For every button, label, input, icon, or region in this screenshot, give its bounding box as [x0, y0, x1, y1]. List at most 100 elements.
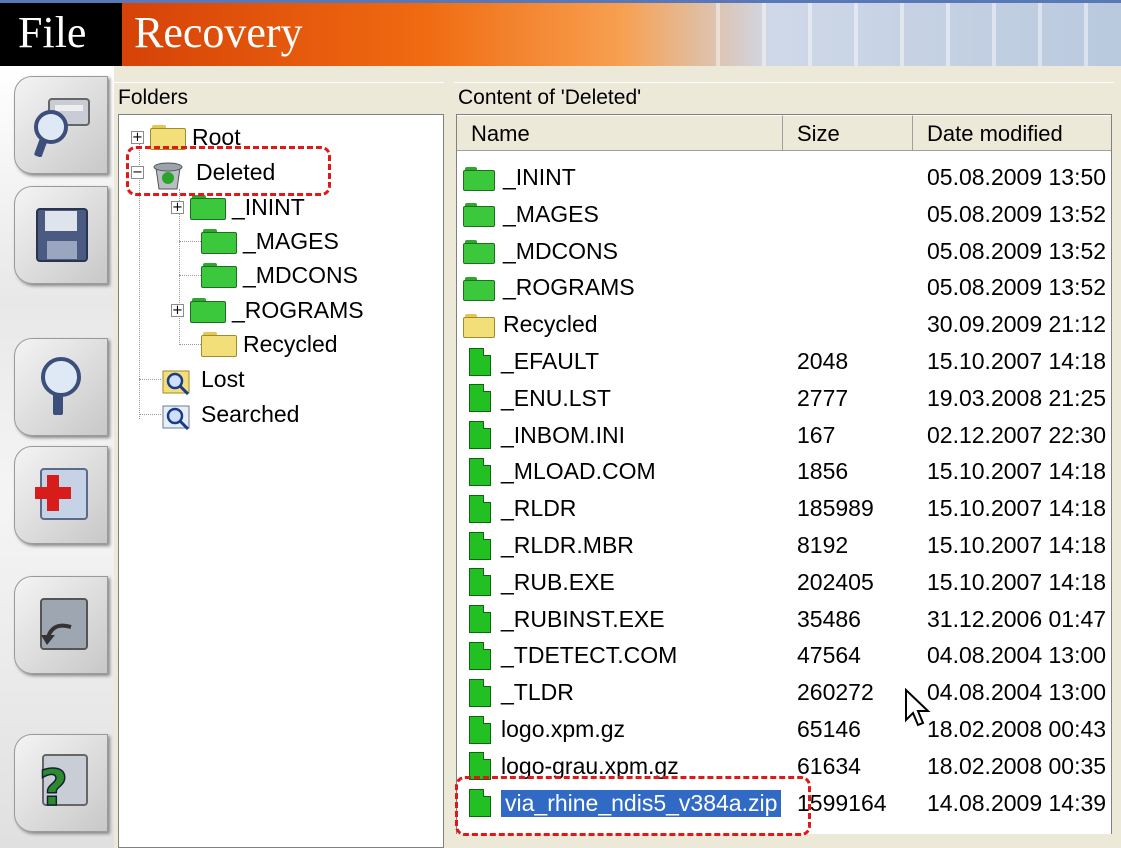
file-list[interactable]: Name Size Date modified _ININT 05.08.2009…: [456, 114, 1112, 848]
folder-tree[interactable]: + Root − Deleted + _ININT _MAGES _MDCONS…: [118, 114, 444, 848]
tree-node-lost[interactable]: Lost: [161, 362, 244, 396]
tree-node-searched[interactable]: Searched: [161, 397, 299, 431]
expand-plus-icon[interactable]: +: [171, 200, 184, 214]
file-name-label: _ENU.LST: [501, 384, 611, 411]
list-row[interactable]: _MLOAD.COM 1856 15.10.2007 14:18: [457, 453, 1111, 490]
cell-size: 1856: [797, 458, 849, 485]
horizontal-scrollbar[interactable]: [456, 834, 1112, 848]
list-row[interactable]: _ENU.LST 2777 19.03.2008 21:25: [457, 380, 1111, 417]
cell-name: _RUB.EXE: [463, 564, 615, 601]
file-name-label: _RUB.EXE: [501, 568, 615, 595]
file-name-label: _MAGES: [503, 200, 599, 227]
cell-date: 30.09.2009 21:12: [927, 311, 1107, 338]
folder-restore-icon[interactable]: [14, 576, 108, 674]
folder-green-icon: [201, 229, 237, 254]
cell-size: 35486: [797, 605, 861, 632]
cell-name: _INBOM.INI: [463, 417, 625, 454]
list-row[interactable]: _MAGES 05.08.2009 13:52: [457, 196, 1111, 233]
folder-green-icon: [463, 203, 495, 228]
tree-node-label: _MAGES: [243, 227, 339, 254]
cell-date: 18.02.2008 00:43: [927, 716, 1107, 742]
list-row[interactable]: Recycled 30.09.2009 21:12: [457, 306, 1111, 343]
file-name-label: _EFAULT: [501, 348, 599, 374]
floppy-save-icon[interactable]: [14, 186, 108, 284]
file-name-label: Recycled: [503, 311, 598, 338]
file-green-icon: [469, 457, 491, 486]
highlight-deleted-folder: [126, 146, 331, 196]
mouse-cursor-icon: [905, 688, 931, 727]
cell-size: 2048: [797, 348, 849, 374]
tree-node-recycled[interactable]: Recycled: [201, 327, 338, 361]
expand-plus-icon[interactable]: +: [171, 303, 184, 317]
folder-search-icon: [161, 402, 195, 431]
cell-date: 18.02.2008 00:35: [927, 752, 1107, 779]
tree-node-rograms[interactable]: + _ROGRAMS: [171, 293, 364, 327]
list-row[interactable]: _TLDR 260272 04.08.2004 13:00: [457, 674, 1111, 711]
column-header-name[interactable]: Name: [457, 115, 783, 151]
list-row[interactable]: _EFAULT 2048 15.10.2007 14:18: [457, 343, 1111, 380]
file-green-icon: [469, 531, 491, 560]
file-green-icon: [469, 605, 491, 634]
file-green-icon: [469, 384, 491, 413]
list-row[interactable]: _MDCONS 05.08.2009 13:52: [457, 233, 1111, 270]
list-row[interactable]: logo.xpm.gz 65146 18.02.2008 00:43: [457, 711, 1111, 748]
content-panel-title: Content of 'Deleted': [454, 82, 1114, 112]
panel-splitter[interactable]: [444, 66, 454, 848]
cell-name: logo.xpm.gz: [463, 711, 625, 748]
cell-size: 185989: [797, 495, 874, 522]
list-row[interactable]: _RUBINST.EXE 35486 31.12.2006 01:47: [457, 601, 1111, 638]
cell-date: 05.08.2009 13:52: [927, 200, 1107, 227]
cell-name: _RLDR.MBR: [463, 527, 634, 564]
cell-date: 15.10.2007 14:18: [927, 348, 1107, 374]
folder-yellow-icon: [201, 332, 237, 357]
list-row[interactable]: _ROGRAMS 05.08.2009 13:52: [457, 269, 1111, 306]
column-header-size[interactable]: Size: [783, 115, 913, 151]
folder-green-icon: [463, 240, 495, 265]
file-name-label: _RUBINST.EXE: [501, 605, 665, 632]
tree-line: [179, 275, 201, 276]
cell-date: 05.08.2009 13:52: [927, 274, 1107, 301]
cell-name: _TLDR: [463, 674, 574, 711]
list-row[interactable]: _ININT 05.08.2009 13:50: [457, 159, 1111, 196]
list-row[interactable]: _RLDR.MBR 8192 15.10.2007 14:18: [457, 527, 1111, 564]
cell-name: _MLOAD.COM: [463, 453, 656, 490]
file-green-icon: [469, 421, 491, 450]
svg-text:?: ?: [39, 759, 68, 815]
magnifier-icon[interactable]: [14, 338, 108, 436]
folder-green-icon: [463, 276, 495, 301]
folder-green-icon: [190, 298, 226, 323]
cell-name: _TDETECT.COM: [463, 637, 677, 674]
first-aid-folder-icon[interactable]: [14, 446, 108, 544]
cell-name: _ININT: [463, 159, 576, 196]
folder-yellow-icon: [463, 313, 495, 338]
app-title-file: File: [0, 0, 122, 66]
folders-panel-title: Folders: [114, 82, 444, 112]
cell-date: 04.08.2004 13:00: [927, 679, 1107, 706]
tree-node-label: Searched: [201, 400, 300, 427]
cell-name: _ROGRAMS: [463, 269, 635, 306]
help-question-icon[interactable]: ?: [14, 734, 108, 832]
tree-node-mdcons[interactable]: _MDCONS: [201, 258, 358, 292]
file-name-label: _ROGRAMS: [503, 274, 635, 301]
file-name-label: _RLDR: [501, 495, 577, 522]
list-row[interactable]: _RLDR 185989 15.10.2007 14:18: [457, 490, 1111, 527]
file-green-icon: [469, 568, 491, 597]
tree-line: [179, 344, 201, 345]
file-name-label: _MLOAD.COM: [501, 458, 656, 485]
folder-search-icon: [161, 367, 195, 396]
tree-line: [139, 414, 161, 415]
file-green-icon: [469, 678, 491, 707]
list-row[interactable]: _RUB.EXE 202405 15.10.2007 14:18: [457, 564, 1111, 601]
tree-node-label: _ROGRAMS: [232, 296, 364, 323]
cell-name: _EFAULT: [463, 343, 599, 380]
column-header-date[interactable]: Date modified: [913, 115, 1111, 151]
expand-plus-icon[interactable]: +: [131, 130, 144, 144]
cell-name: _RLDR: [463, 490, 576, 527]
drive-magnifier-icon[interactable]: [14, 76, 108, 174]
file-green-icon: [469, 641, 491, 670]
tree-node-mages[interactable]: _MAGES: [201, 224, 339, 258]
list-row[interactable]: _TDETECT.COM 47564 04.08.2004 13:00: [457, 637, 1111, 674]
file-green-icon: [469, 494, 491, 523]
list-row[interactable]: _INBOM.INI 167 02.12.2007 22:30: [457, 417, 1111, 454]
cell-date: 15.10.2007 14:18: [927, 458, 1107, 485]
